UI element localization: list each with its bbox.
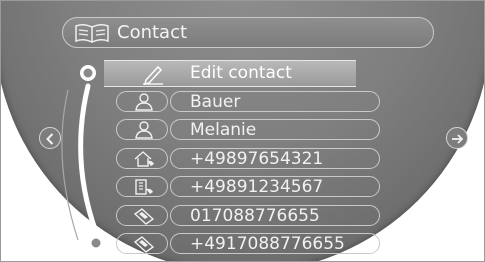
person-icon <box>135 121 153 139</box>
mobile-phone-icon <box>133 236 155 253</box>
nav-right-button[interactable] <box>446 127 468 149</box>
contact-first-name: Melanie <box>190 120 257 140</box>
nav-left-button[interactable] <box>39 127 61 149</box>
contact-last-name: Bauer <box>190 92 241 112</box>
office-phone-icon <box>135 179 153 195</box>
person-icon <box>135 93 153 111</box>
arrow-right-icon <box>452 134 464 144</box>
office-phone-number: +49891234567 <box>190 177 324 197</box>
mobile-phone-number: 017088776655 <box>190 206 320 226</box>
mobile-phone-icon <box>133 208 155 225</box>
edit-contact-label: Edit contact <box>190 63 292 83</box>
mobile-phone-number: +4917088776655 <box>190 234 345 254</box>
idrive-screen: Contact Edit contact Bauer Melanie +4989… <box>0 0 485 262</box>
home-phone-number: +49897654321 <box>190 149 324 169</box>
home-phone-icon <box>134 151 154 167</box>
pencil-icon <box>143 65 163 85</box>
chevron-left-icon <box>46 133 54 145</box>
